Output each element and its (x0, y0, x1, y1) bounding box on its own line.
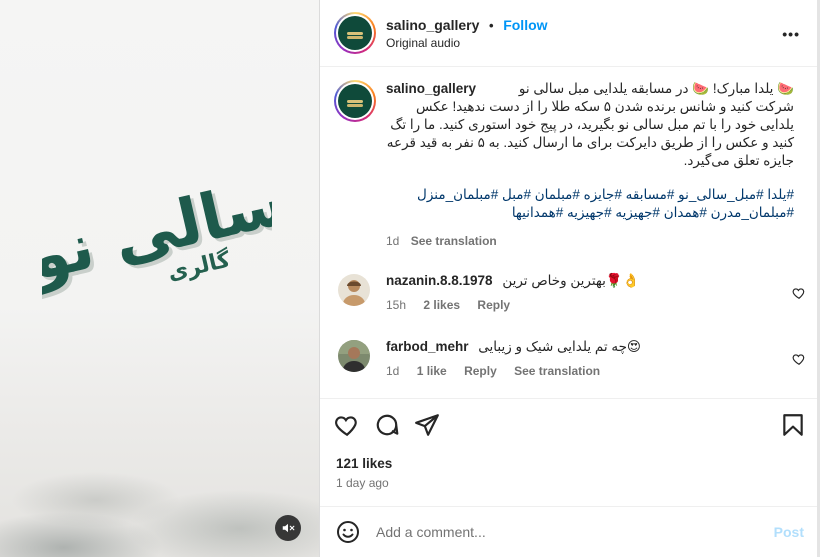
save-bookmark-icon[interactable] (780, 412, 806, 438)
post-media[interactable]: سالی نو سالی نو گالری (0, 0, 319, 557)
logo-main-text: سالی نو (42, 170, 272, 297)
author-avatar[interactable] (334, 12, 376, 54)
author-username[interactable]: salino_gallery (386, 17, 479, 33)
more-options-icon[interactable]: ••• (782, 26, 800, 42)
caption-age: 1d (386, 234, 400, 248)
reply-button[interactable]: Reply (477, 298, 510, 312)
fog-background (0, 367, 319, 557)
separator-dot: • (489, 17, 494, 33)
follow-button[interactable]: Follow (503, 17, 547, 33)
mute-button[interactable] (275, 515, 301, 541)
comment-item: nazanin.8.8.1978 بهترین وخاص ترین🌹👌 15h … (334, 272, 806, 312)
post-comment-button[interactable]: Post (774, 524, 804, 540)
comment-age: 15h (386, 298, 407, 312)
caption-meta: 1d See translation (386, 232, 794, 250)
see-translation-link[interactable]: See translation (514, 364, 600, 378)
comment-text: چه تم یلدایی شیک و زیبایی😍 (478, 339, 641, 354)
commenter-username[interactable]: farbod_mehr (386, 339, 469, 354)
post-header: salino_gallery • Follow Original audio •… (334, 12, 806, 54)
reply-button[interactable]: Reply (464, 364, 497, 378)
share-paper-plane-icon[interactable] (414, 412, 440, 438)
salino-logo: سالی نو سالی نو گالری (42, 170, 272, 300)
caption-hashtags[interactable]: #یلدا #مبل_سالی_نو #مسابقه #جایزه #مبلما… (386, 186, 794, 222)
post-details-panel: salino_gallery • Follow Original audio •… (320, 0, 820, 557)
audio-link[interactable]: Original audio (386, 36, 548, 50)
likes-count[interactable]: 121 likes (336, 456, 392, 471)
comment-like-heart-icon[interactable] (792, 286, 806, 300)
comment-input[interactable] (376, 524, 756, 540)
comment-bubble-icon[interactable] (374, 412, 400, 438)
like-heart-icon[interactable] (334, 412, 360, 438)
comment-item: farbod_mehr چه تم یلدایی شیک و زیبایی😍 1… (334, 338, 806, 378)
comment-like-heart-icon[interactable] (792, 352, 806, 366)
commenter-avatar[interactable] (338, 274, 370, 306)
commenter-avatar[interactable] (338, 340, 370, 372)
add-comment-bar: Post (320, 507, 820, 557)
caption-username[interactable]: salino_gallery (386, 80, 476, 98)
header-divider (320, 66, 820, 67)
speaker-muted-icon (282, 523, 295, 533)
post-caption: salino_gallery 🍉 یلدا مبارک! 🍉 در مسابقه… (334, 80, 806, 250)
comment-likes[interactable]: 1 like (417, 364, 447, 378)
emoji-smiley-icon[interactable] (336, 520, 360, 544)
comments-divider (320, 398, 820, 399)
post-timestamp: 1 day ago (336, 476, 389, 490)
comment-age: 1d (386, 364, 400, 378)
caption-avatar[interactable] (334, 80, 376, 122)
see-translation-link[interactable]: See translation (411, 234, 497, 248)
comment-text: بهترین وخاص ترین🌹👌 (502, 273, 640, 288)
commenter-username[interactable]: nazanin.8.8.1978 (386, 273, 493, 288)
instagram-post-modal: سالی نو سالی نو گالری salino_gallery • F… (0, 0, 820, 557)
action-bar (320, 412, 820, 442)
comment-likes[interactable]: 2 likes (423, 298, 460, 312)
